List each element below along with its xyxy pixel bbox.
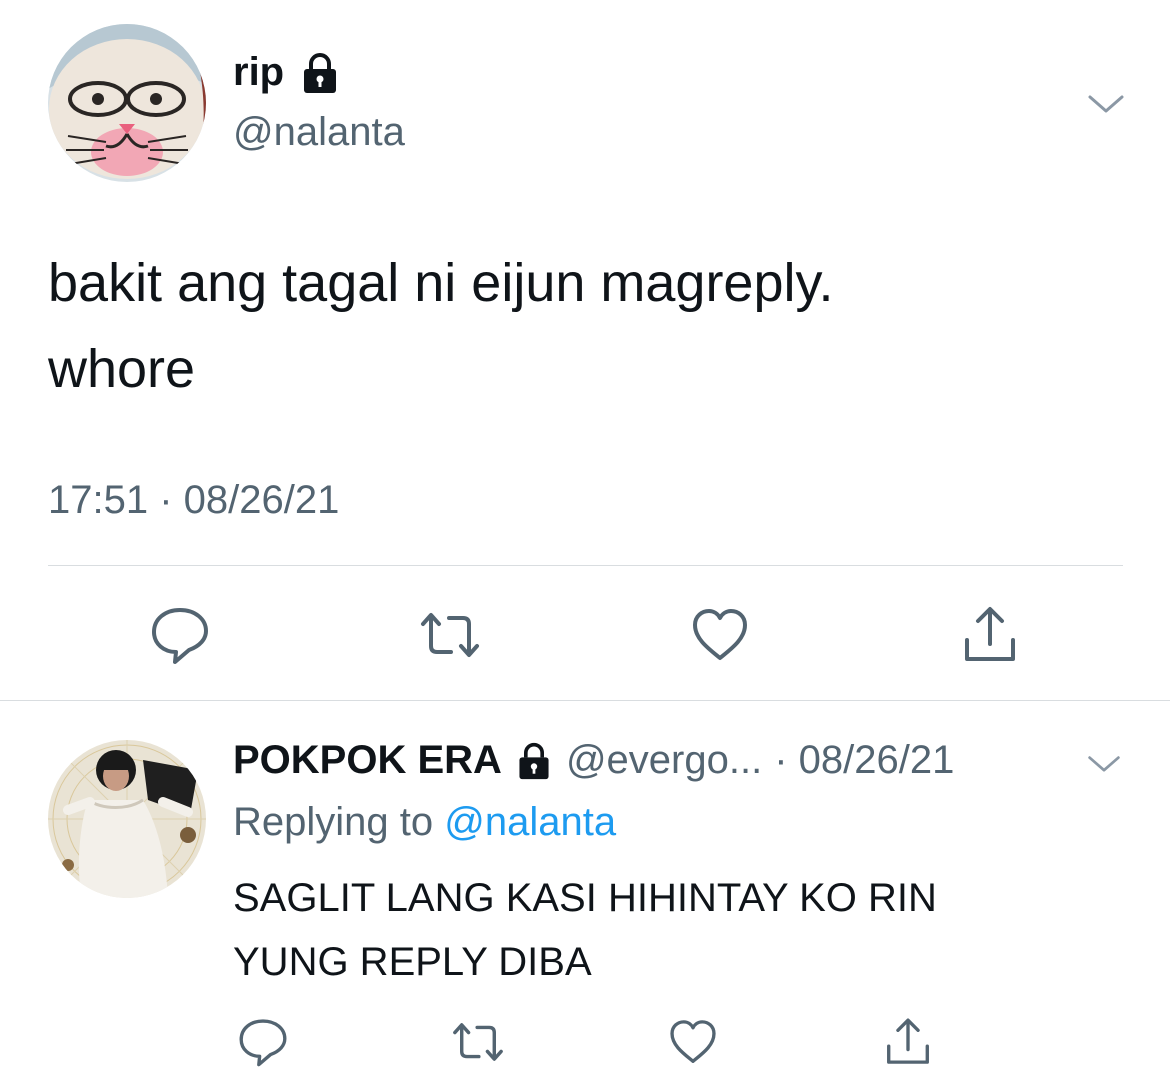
tweet-date[interactable]: · 08/26/21 [774, 738, 954, 783]
tweet-text: SAGLIT LANG KASI HIHINTAY KO RIN YUNG RE… [233, 866, 1113, 994]
avatar-image [48, 24, 206, 182]
display-name[interactable]: POKPOK ERA [233, 738, 502, 783]
display-name[interactable]: rip [233, 50, 284, 95]
retweet-button[interactable] [448, 1012, 508, 1072]
like-icon [670, 1020, 716, 1063]
like-button[interactable] [663, 1012, 723, 1072]
tweet-timestamp[interactable]: 17:51 · 08/26/21 [48, 478, 339, 523]
replying-to: Replying to @nalanta [233, 800, 616, 845]
like-button[interactable] [685, 600, 755, 670]
avatar[interactable] [48, 740, 206, 898]
mention-link[interactable]: @nalanta [444, 800, 616, 844]
main-tweet: rip @nalanta bakit ang tagal ni eijun ma… [0, 0, 1170, 700]
share-icon [887, 1018, 929, 1064]
lock-icon [514, 741, 554, 781]
author-handle[interactable]: @nalanta [233, 110, 405, 155]
tweet-text: bakit ang tagal ni eijun magreply. whore [48, 240, 1128, 412]
chevron-down-icon[interactable] [1086, 83, 1126, 123]
chevron-down-icon[interactable] [1086, 745, 1122, 781]
tweet-text-line: whore [48, 339, 196, 399]
reply-icon [239, 1019, 287, 1067]
like-icon [693, 609, 747, 660]
retweet-icon [453, 1023, 503, 1061]
reply-icon [152, 608, 208, 664]
avatar-image [48, 740, 206, 898]
replying-to-label: Replying to [233, 800, 445, 844]
share-button[interactable] [955, 600, 1025, 670]
retweet-icon [421, 613, 479, 657]
avatar[interactable] [48, 24, 206, 182]
tweet-text-line: SAGLIT LANG KASI HIHINTAY KO RIN [233, 876, 937, 920]
reply-header: POKPOK ERA @evergo... · 08/26/21 [233, 738, 954, 783]
author-handle[interactable]: @evergo... [566, 738, 762, 783]
reply-button[interactable] [145, 600, 215, 670]
tweet-text-line: bakit ang tagal ni eijun magreply. [48, 253, 834, 313]
author-name-row: rip [233, 50, 342, 95]
reply-button[interactable] [233, 1012, 293, 1072]
share-icon [965, 607, 1015, 661]
retweet-button[interactable] [415, 600, 485, 670]
tweet-text-line: YUNG REPLY DIBA [233, 940, 592, 984]
divider [48, 565, 1123, 566]
share-button[interactable] [878, 1012, 938, 1072]
lock-icon [298, 51, 342, 95]
divider [0, 700, 1170, 701]
